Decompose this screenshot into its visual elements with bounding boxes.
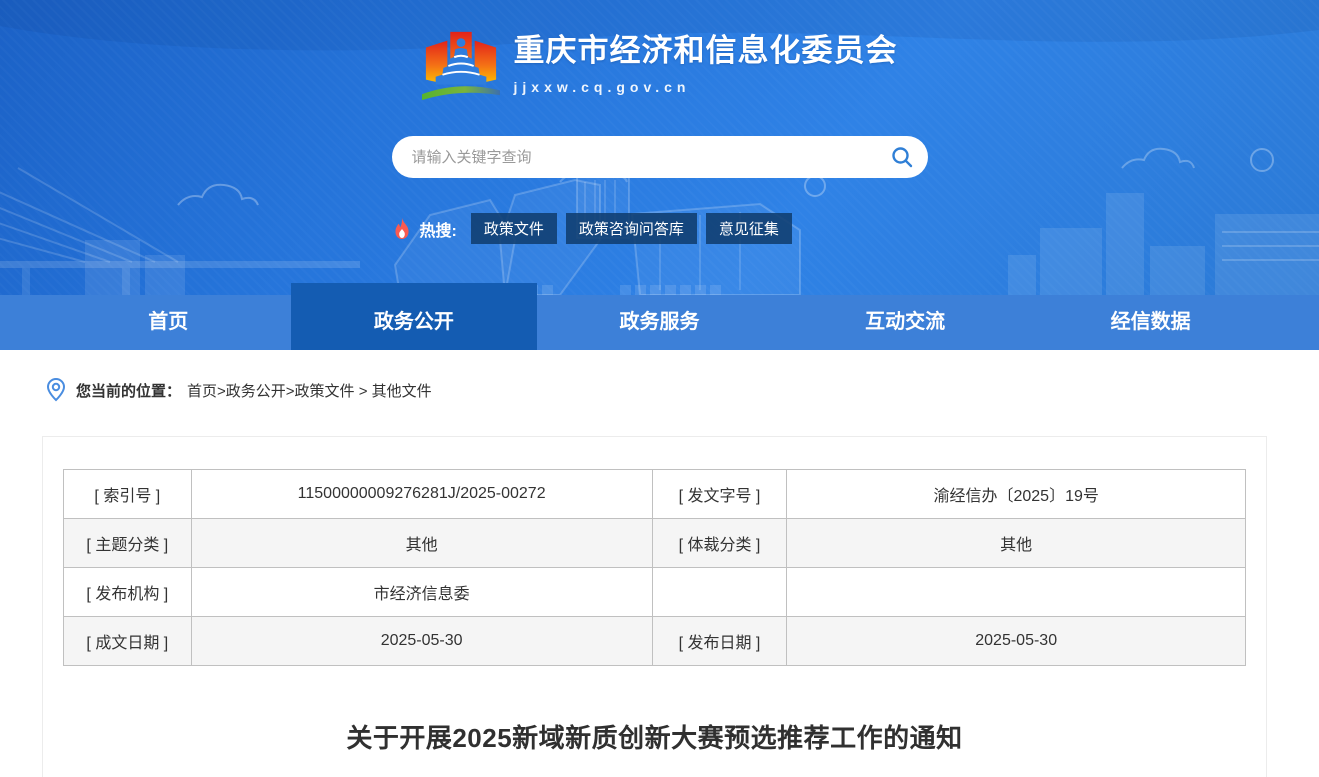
- meta-label-cell: [651, 567, 788, 617]
- meta-label-cell: [ 发文字号 ]: [651, 469, 788, 519]
- main-nav: 首页 政务公开 政务服务 互动交流 经信数据: [0, 283, 1319, 350]
- nav-item-gov-disclosure[interactable]: 政务公开: [291, 283, 537, 350]
- meta-value-cell: 2025-05-30: [786, 616, 1246, 666]
- nav-item-home[interactable]: 首页: [46, 295, 292, 350]
- site-brand[interactable]: 重庆市经济和信息化委员会 jjxxw.cq.gov.cn: [0, 0, 1319, 106]
- hot-search-row: 热搜: 政策文件 政策咨询问答库 意见征集: [392, 213, 928, 244]
- site-banner: 重庆市经济和信息化委员会 jjxxw.cq.gov.cn 热搜: 政策文件 政策…: [0, 0, 1319, 295]
- hot-search-item-policy-qa[interactable]: 政策咨询问答库: [565, 213, 697, 244]
- meta-label-cell: [ 体裁分类 ]: [651, 518, 788, 568]
- meta-label-cell: [ 发布日期 ]: [651, 616, 788, 666]
- meta-label-cell: [ 索引号 ]: [63, 469, 192, 519]
- meta-value-cell: [786, 567, 1246, 617]
- meta-row-agency: [ 发布机构 ] 市经济信息委: [63, 567, 1246, 617]
- meta-label-cell: [ 发布机构 ]: [63, 567, 192, 617]
- search-bar: [391, 136, 928, 178]
- site-logo-icon: [421, 31, 500, 101]
- search-icon: [891, 147, 912, 168]
- hot-search-item-policy-files[interactable]: 政策文件: [470, 213, 557, 244]
- nav-item-data[interactable]: 经信数据: [1028, 295, 1274, 350]
- meta-value-cell: 11500000009276281J/2025-00272: [190, 469, 653, 519]
- meta-row-index: [ 索引号 ] 11500000009276281J/2025-00272 [ …: [63, 469, 1246, 519]
- meta-value-cell: 渝经信办〔2025〕19号: [786, 469, 1246, 519]
- breadcrumb-path[interactable]: 首页>政务公开>政策文件 > 其他文件: [187, 380, 432, 401]
- document-card: [ 索引号 ] 11500000009276281J/2025-00272 [ …: [42, 436, 1267, 777]
- document-meta-table: [ 索引号 ] 11500000009276281J/2025-00272 [ …: [63, 469, 1246, 666]
- meta-value-cell: 其他: [786, 518, 1246, 568]
- hot-search-item-opinions[interactable]: 意见征集: [705, 213, 792, 244]
- nav-item-interaction[interactable]: 互动交流: [782, 295, 1028, 350]
- meta-row-dates: [ 成文日期 ] 2025-05-30 [ 发布日期 ] 2025-05-30: [63, 616, 1246, 666]
- search-button[interactable]: [890, 145, 914, 169]
- meta-label-cell: [ 成文日期 ]: [63, 616, 192, 666]
- location-pin-icon: [46, 377, 66, 402]
- site-url: jjxxw.cq.gov.cn: [513, 79, 691, 95]
- breadcrumb: 您当前的位置： 首页>政务公开>政策文件 > 其他文件: [45, 377, 1319, 403]
- site-title: 重庆市经济和信息化委员会: [513, 33, 898, 68]
- hot-search-label: 热搜:: [419, 222, 457, 240]
- flame-icon: [394, 217, 409, 239]
- meta-row-category: [ 主题分类 ] 其他 [ 体裁分类 ] 其他: [63, 518, 1246, 568]
- article-title: 关于开展2025新域新质创新大赛预选推荐工作的通知: [346, 723, 963, 753]
- breadcrumb-prefix: 您当前的位置：: [76, 382, 182, 400]
- meta-value-cell: 其他: [190, 518, 653, 568]
- search-input[interactable]: [391, 136, 928, 178]
- meta-value-cell: 2025-05-30: [190, 616, 653, 666]
- meta-label-cell: [ 主题分类 ]: [63, 518, 192, 568]
- nav-item-gov-services[interactable]: 政务服务: [537, 295, 783, 350]
- meta-value-cell: 市经济信息委: [190, 567, 653, 617]
